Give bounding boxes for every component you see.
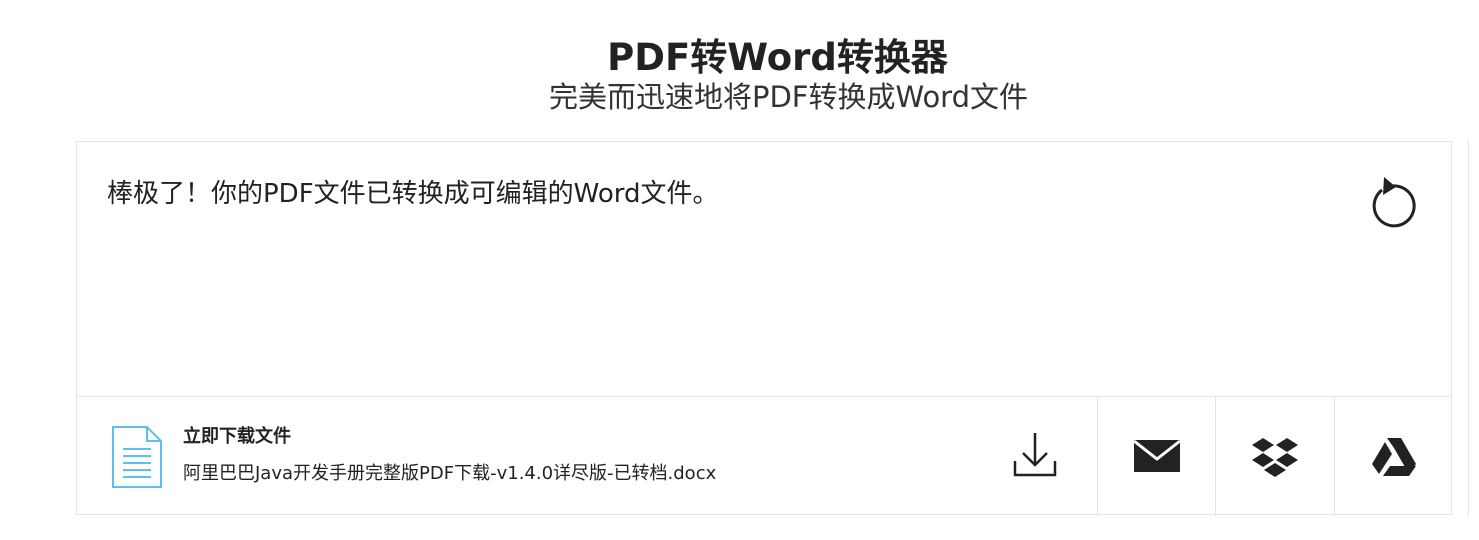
adjacent-panel-edge <box>1468 141 1479 515</box>
document-icon <box>112 426 162 488</box>
file-name[interactable]: 阿里巴巴Java开发手册完整版PDF下载-v1.4.0详尽版-已转档.docx <box>183 459 716 485</box>
download-bar: 立即下载文件 阿里巴巴Java开发手册完整版PDF下载-v1.4.0详尽版-已转… <box>77 396 1451 516</box>
dropbox-icon <box>1252 438 1298 477</box>
download-icon <box>1013 433 1057 477</box>
email-button[interactable] <box>1097 397 1215 516</box>
success-message: 棒极了！你的PDF文件已转换成可编辑的Word文件。 <box>107 179 719 209</box>
download-button[interactable] <box>1007 427 1063 487</box>
dropbox-button[interactable] <box>1215 397 1333 516</box>
page-subtitle: 完美而迅速地将PDF转换成Word文件 <box>548 80 1029 114</box>
page-title: PDF转Word转换器 <box>607 36 948 79</box>
result-card: 棒极了！你的PDF文件已转换成可编辑的Word文件。 立即下载文件 阿里巴巴Ja… <box>76 141 1452 516</box>
download-label: 立即下载文件 <box>183 426 291 447</box>
restart-button[interactable] <box>1366 175 1416 231</box>
envelope-icon <box>1133 439 1181 472</box>
google-drive-button[interactable] <box>1334 397 1452 516</box>
google-drive-icon <box>1372 438 1416 476</box>
restart-icon <box>1372 177 1416 228</box>
